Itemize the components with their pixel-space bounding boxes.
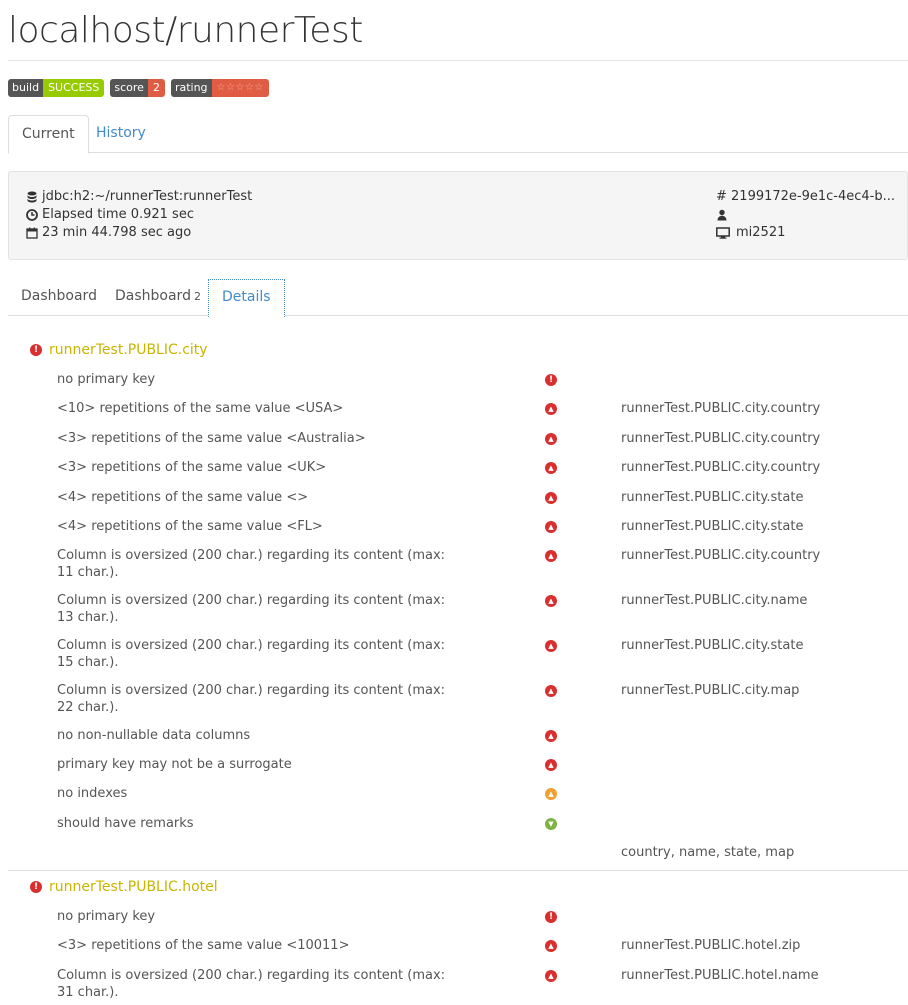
section-title[interactable]: ! runnerTest.PUBLIC.city — [30, 342, 208, 358]
rating-badge: rating ☆☆☆☆☆ — [170, 79, 269, 97]
finding-message: Column is oversized (200 char.) regardin… — [57, 968, 446, 1000]
finding-reference: runnerTest.PUBLIC.hotel.name — [621, 968, 819, 983]
title-divider — [8, 60, 908, 61]
tab-history[interactable]: History — [83, 115, 159, 153]
section-title-label: runnerTest.PUBLIC.city — [49, 342, 208, 358]
tab-details[interactable]: Details — [208, 279, 285, 317]
tab-dashboard-2-label: Dashboard — [115, 288, 191, 304]
run-age: 23 min 44.798 sec ago — [42, 225, 192, 240]
rating-badge-value: ☆☆☆☆☆ — [211, 79, 269, 97]
arrow-up-icon: ▲ — [545, 640, 557, 652]
section-title[interactable]: ! runnerTest.PUBLIC.hotel — [30, 879, 218, 895]
finding-message: <4> repetitions of the same value <FL> — [57, 519, 323, 534]
score-badge-value: 2 — [147, 79, 165, 97]
main-tabs: Current History — [8, 115, 908, 154]
finding-message: no primary key — [57, 909, 156, 924]
arrow-up-icon: ▲ — [545, 685, 557, 697]
arrow-up-icon: ▲ — [545, 550, 557, 562]
finding-reference: runnerTest.PUBLIC.city.country — [621, 460, 821, 475]
user-icon — [716, 209, 728, 221]
score-badge: score 2 — [110, 79, 165, 97]
score-badge-key: score — [110, 79, 148, 97]
finding-message: Column is oversized (200 char.) regardin… — [57, 593, 446, 625]
finding-reference: runnerTest.PUBLIC.hotel.zip — [621, 938, 801, 953]
arrow-up-icon: ▲ — [545, 403, 557, 415]
error-icon: ! — [30, 344, 42, 356]
error-icon: ! — [30, 881, 42, 893]
finding-reference: runnerTest.PUBLIC.city.state — [621, 638, 804, 653]
detail-tabs: Dashboard Dashboard 2 Details — [8, 279, 908, 317]
arrow-up-icon: ▲ — [545, 940, 557, 952]
finding-reference: runnerTest.PUBLIC.city.country — [621, 431, 821, 446]
tab-dashboard-2[interactable]: Dashboard 2 — [102, 279, 214, 316]
finding-message: no primary key — [57, 372, 156, 387]
finding-message: Column is oversized (200 char.) regardin… — [57, 683, 446, 715]
finding-message: should have remarks — [57, 816, 194, 831]
chevron-up-icon: ▲ — [545, 788, 557, 800]
arrow-up-icon: ▲ — [545, 595, 557, 607]
finding-message: <3> repetitions of the same value <UK> — [57, 460, 327, 475]
finding-message: no indexes — [57, 786, 128, 801]
clock-icon — [26, 209, 38, 221]
finding-reference: runnerTest.PUBLIC.city.state — [621, 519, 804, 534]
finding-reference: runnerTest.PUBLIC.city.state — [621, 490, 804, 505]
monitor-icon — [716, 227, 730, 239]
badges: build SUCCESS score 2 rating ☆☆☆☆☆ — [8, 79, 269, 97]
finding-message: <4> repetitions of the same value <> — [57, 490, 309, 505]
build-badge-key: build — [8, 79, 44, 97]
finding-reference: runnerTest.PUBLIC.city.country — [621, 401, 821, 416]
run-info-panel: jdbc:h2:~/runnerTest:runnerTest Elapsed … — [8, 171, 908, 260]
arrow-up-icon: ▲ — [545, 492, 557, 504]
finding-message: Column is oversized (200 char.) regardin… — [57, 638, 446, 670]
arrow-up-icon: ▲ — [545, 462, 557, 474]
tab-dashboard-2-count: 2 — [193, 290, 201, 303]
calendar-icon — [26, 227, 38, 239]
tab-dashboard[interactable]: Dashboard — [8, 279, 110, 316]
error-icon: ! — [545, 911, 557, 923]
section-title-label: runnerTest.PUBLIC.hotel — [49, 879, 218, 895]
tab-current[interactable]: Current — [8, 115, 89, 154]
finding-message: Column is oversized (200 char.) regardin… — [57, 548, 446, 580]
finding-message: primary key may not be a surrogate — [57, 757, 292, 772]
section-divider — [8, 870, 908, 871]
error-icon: ! — [545, 374, 557, 386]
arrow-up-icon: ▲ — [545, 521, 557, 533]
build-badge: build SUCCESS — [8, 79, 105, 97]
page-title: localhost/runnerTest — [8, 10, 363, 51]
arrow-up-icon: ▲ — [545, 759, 557, 771]
run-hash: # 2199172e-9e1c-4ec4-b... — [716, 189, 896, 204]
finding-message: <3> repetitions of the same value <10011… — [57, 938, 350, 953]
elapsed-time: Elapsed time 0.921 sec — [42, 207, 194, 222]
finding-message: no non-nullable data columns — [57, 728, 251, 743]
finding-message: <10> repetitions of the same value <USA> — [57, 401, 344, 416]
finding-reference: country, name, state, map — [621, 845, 795, 860]
chevron-down-icon: ▼ — [545, 818, 557, 830]
build-badge-value: SUCCESS — [43, 79, 105, 97]
arrow-up-icon: ▲ — [545, 433, 557, 445]
database-icon — [26, 191, 38, 203]
arrow-up-icon: ▲ — [545, 730, 557, 742]
finding-reference: runnerTest.PUBLIC.city.country — [621, 548, 821, 563]
finding-reference: runnerTest.PUBLIC.city.name — [621, 593, 808, 608]
arrow-up-icon: ▲ — [545, 970, 557, 982]
connection-string: jdbc:h2:~/runnerTest:runnerTest — [42, 189, 253, 204]
finding-reference: runnerTest.PUBLIC.city.map — [621, 683, 800, 698]
finding-message: <3> repetitions of the same value <Austr… — [57, 431, 366, 446]
run-host: mi2521 — [736, 225, 786, 240]
rating-badge-key: rating — [170, 79, 212, 97]
